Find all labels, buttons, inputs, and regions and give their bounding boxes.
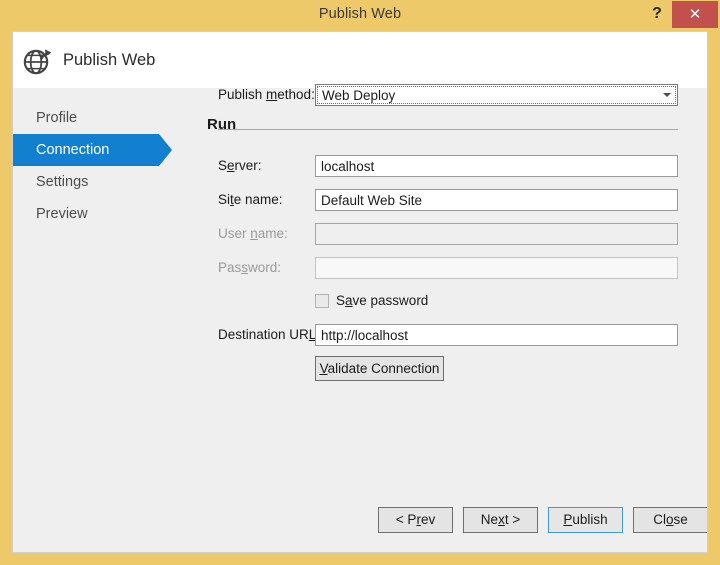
sidebar-nav: Profile Connection Settings Preview <box>13 102 178 230</box>
publish-method-label: Publish method: <box>218 87 315 102</box>
globe-publish-icon <box>21 44 55 78</box>
password-label: Password: <box>218 260 282 275</box>
title-bar: Publish Web ? ✕ <box>0 0 720 31</box>
dialog-header-title: Publish Web <box>63 51 156 69</box>
save-password-checkbox[interactable] <box>315 294 329 308</box>
help-button[interactable]: ? <box>644 1 670 27</box>
publish-button[interactable]: Publish <box>548 507 623 533</box>
user-name-label: User name: <box>218 226 288 241</box>
password-input[interactable] <box>315 257 678 279</box>
user-name-input[interactable] <box>315 223 678 245</box>
sidebar-item-connection[interactable]: Connection <box>13 134 172 166</box>
validate-connection-button[interactable]: Validate Connection <box>315 356 444 381</box>
dialog-button-bar: < Prev Next > Publish Close <box>13 490 707 552</box>
server-input[interactable] <box>315 155 678 177</box>
sidebar-item-preview[interactable]: Preview <box>13 198 178 230</box>
save-password-label[interactable]: Save password <box>336 293 428 308</box>
server-label: Server: <box>218 158 262 173</box>
chevron-down-icon[interactable] <box>663 93 671 97</box>
publish-method-combobox[interactable]: Web Deploy <box>315 84 678 106</box>
publish-web-dialog: Publish Web ? ✕ Publish Web Profile Conn… <box>0 0 720 565</box>
close-button[interactable]: ✕ <box>672 1 718 28</box>
destination-url-label: Destination URL: <box>218 327 320 342</box>
window-title: Publish Web <box>318 6 402 22</box>
site-name-input[interactable] <box>315 189 678 211</box>
close-dialog-button[interactable]: Close <box>633 507 707 533</box>
site-name-label: Site name: <box>218 192 283 207</box>
sidebar-item-settings[interactable]: Settings <box>13 166 178 198</box>
sidebar-item-profile[interactable]: Profile <box>13 102 178 134</box>
dialog-client-area: Publish Web Profile Connection Settings … <box>12 31 708 553</box>
main-pane: Run Publish method: Web Deploy Server: S… <box>207 32 707 552</box>
section-heading: Run <box>207 116 237 133</box>
publish-method-value: Web Deploy <box>322 88 396 103</box>
section-divider <box>218 129 678 130</box>
destination-url-input[interactable] <box>315 324 678 346</box>
prev-button[interactable]: < Prev <box>378 507 453 533</box>
next-button[interactable]: Next > <box>463 507 538 533</box>
